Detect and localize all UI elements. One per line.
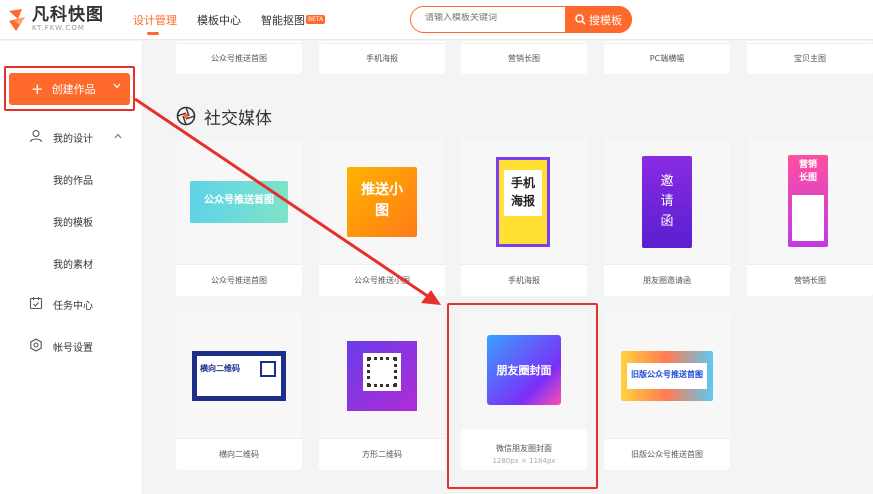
annotation-arrow <box>134 97 441 305</box>
